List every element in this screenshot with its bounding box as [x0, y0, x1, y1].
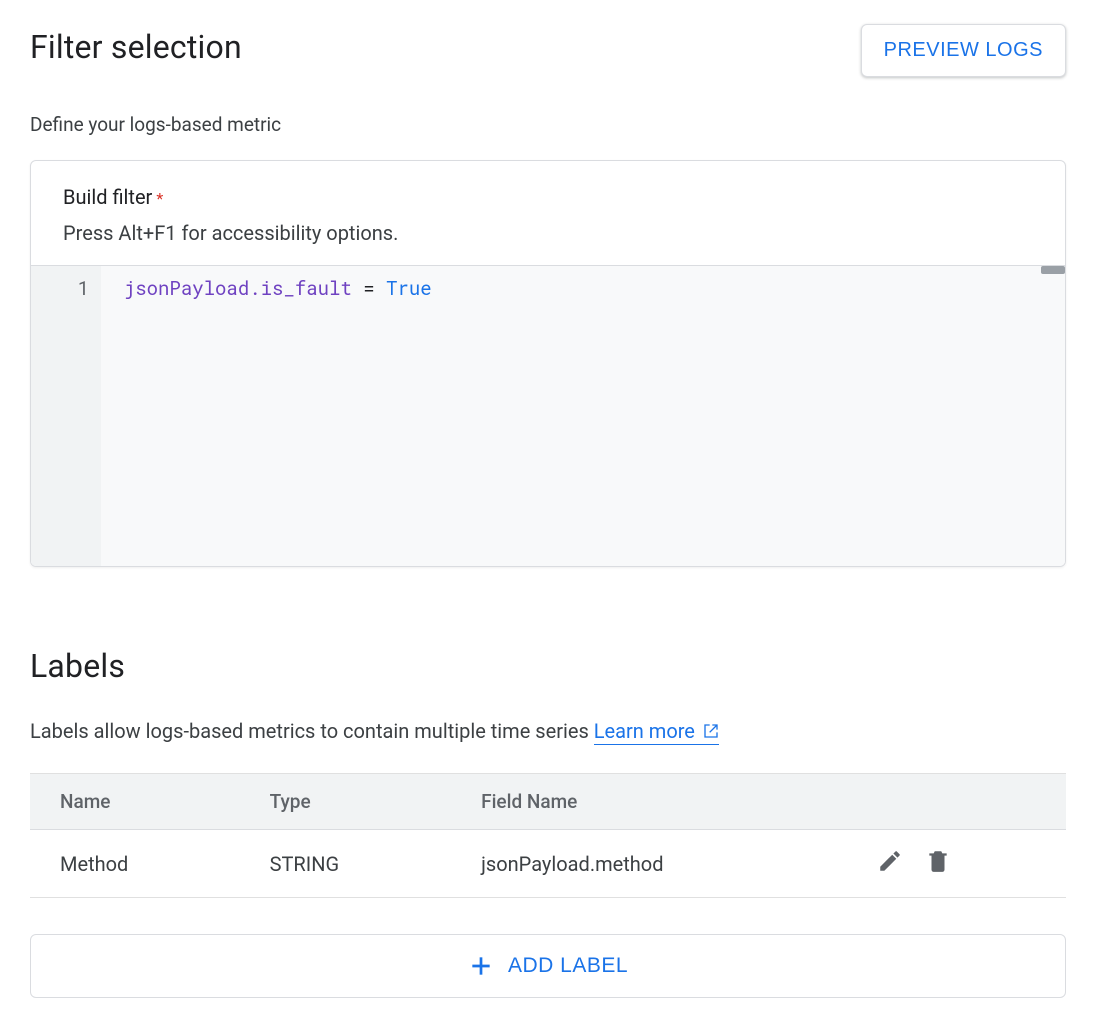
cell-name: Method [30, 830, 240, 898]
labels-section-title: Labels [30, 647, 1066, 685]
code-body[interactable]: jsonPayload.is_fault = True [101, 266, 1065, 566]
learn-more-text: Learn more [594, 719, 695, 743]
code-gutter: 1 [31, 266, 101, 566]
filter-card: Build filter* Press Alt+F1 for accessibi… [30, 160, 1066, 567]
code-op: = [363, 276, 374, 301]
preview-logs-button[interactable]: PREVIEW LOGS [861, 24, 1066, 77]
learn-more-link[interactable]: Learn more [594, 719, 719, 745]
edit-icon[interactable] [877, 848, 903, 874]
filter-section-subtitle: Define your logs-based metric [30, 113, 1066, 136]
build-filter-label: Build filter [63, 185, 152, 209]
line-number: 1 [78, 276, 89, 301]
code-value: True [386, 276, 432, 301]
external-link-icon [703, 723, 719, 739]
col-name: Name [30, 774, 240, 830]
labels-description: Labels allow logs-based metrics to conta… [30, 719, 1066, 745]
required-indicator: * [156, 189, 163, 208]
table-row: Method STRING jsonPayload.method [30, 830, 1066, 898]
scrollbar-thumb[interactable] [1041, 266, 1065, 274]
labels-table: Name Type Field Name Method STRING jsonP… [30, 773, 1066, 898]
filter-section-title: Filter selection [30, 28, 242, 66]
a11y-hint: Press Alt+F1 for accessibility options. [63, 221, 1033, 245]
delete-icon[interactable] [925, 848, 951, 874]
code-key: jsonPayload.is_fault [124, 276, 352, 301]
cell-type: STRING [240, 830, 452, 898]
col-actions [847, 774, 1066, 830]
col-field-name: Field Name [451, 774, 847, 830]
labels-header-row: Name Type Field Name [30, 774, 1066, 830]
add-label-text: ADD LABEL [508, 954, 628, 978]
add-label-button[interactable]: ADD LABEL [30, 934, 1066, 998]
cell-field-name: jsonPayload.method [451, 830, 847, 898]
plus-icon [468, 953, 494, 979]
filter-code-editor[interactable]: 1 jsonPayload.is_fault = True [31, 266, 1065, 566]
labels-desc-text: Labels allow logs-based metrics to conta… [30, 719, 594, 743]
col-type: Type [240, 774, 452, 830]
